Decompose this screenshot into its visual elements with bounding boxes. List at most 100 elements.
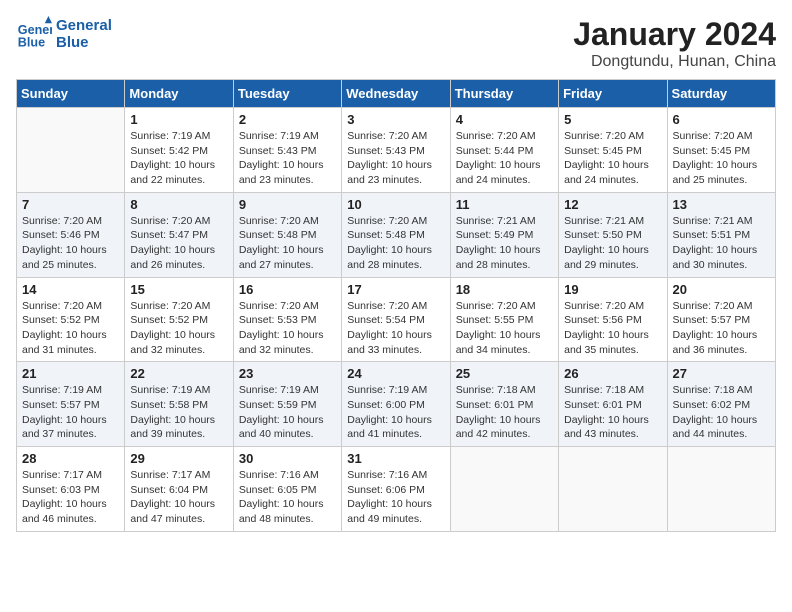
day-info: Sunrise: 7:20 AM Sunset: 5:55 PM Dayligh…: [456, 299, 553, 358]
day-number: 6: [673, 112, 770, 127]
day-number: 9: [239, 197, 336, 212]
day-number: 10: [347, 197, 444, 212]
page-title: January 2024: [573, 16, 776, 53]
calendar-cell: 1 Sunrise: 7:19 AM Sunset: 5:42 PM Daylig…: [125, 108, 233, 193]
day-number: 19: [564, 282, 661, 297]
day-info: Sunrise: 7:18 AM Sunset: 6:01 PM Dayligh…: [456, 383, 553, 442]
day-number: 13: [673, 197, 770, 212]
day-number: 1: [130, 112, 227, 127]
day-number: 5: [564, 112, 661, 127]
calendar-header-row: SundayMondayTuesdayWednesdayThursdayFrid…: [17, 80, 776, 108]
day-number: 8: [130, 197, 227, 212]
day-number: 28: [22, 451, 119, 466]
calendar-cell: 31 Sunrise: 7:16 AM Sunset: 6:06 PM Dayli…: [342, 447, 450, 532]
day-number: 18: [456, 282, 553, 297]
svg-text:Blue: Blue: [18, 36, 45, 50]
weekday-header-wednesday: Wednesday: [342, 80, 450, 108]
logo-text-blue: Blue: [56, 34, 112, 51]
day-number: 29: [130, 451, 227, 466]
day-number: 27: [673, 366, 770, 381]
day-info: Sunrise: 7:19 AM Sunset: 5:57 PM Dayligh…: [22, 383, 119, 442]
calendar-cell: 24 Sunrise: 7:19 AM Sunset: 6:00 PM Dayli…: [342, 362, 450, 447]
weekday-header-sunday: Sunday: [17, 80, 125, 108]
day-number: 14: [22, 282, 119, 297]
day-info: Sunrise: 7:19 AM Sunset: 5:58 PM Dayligh…: [130, 383, 227, 442]
day-info: Sunrise: 7:20 AM Sunset: 5:46 PM Dayligh…: [22, 214, 119, 273]
day-info: Sunrise: 7:19 AM Sunset: 6:00 PM Dayligh…: [347, 383, 444, 442]
day-info: Sunrise: 7:19 AM Sunset: 5:43 PM Dayligh…: [239, 129, 336, 188]
calendar-cell: 20Sunrise: 7:20 AM Sunset: 5:57 PM Dayli…: [667, 277, 775, 362]
calendar-cell: 22 Sunrise: 7:19 AM Sunset: 5:58 PM Dayli…: [125, 362, 233, 447]
calendar-cell: 11 Sunrise: 7:21 AM Sunset: 5:49 PM Dayli…: [450, 192, 558, 277]
day-info: Sunrise: 7:20 AM Sunset: 5:48 PM Dayligh…: [239, 214, 336, 273]
calendar-cell: 13Sunrise: 7:21 AM Sunset: 5:51 PM Dayli…: [667, 192, 775, 277]
day-info: Sunrise: 7:18 AM Sunset: 6:01 PM Dayligh…: [564, 383, 661, 442]
day-info: Sunrise: 7:20 AM Sunset: 5:54 PM Dayligh…: [347, 299, 444, 358]
logo-icon: General Blue: [16, 16, 52, 52]
day-number: 16: [239, 282, 336, 297]
calendar-cell: 26 Sunrise: 7:18 AM Sunset: 6:01 PM Dayli…: [559, 362, 667, 447]
day-info: Sunrise: 7:17 AM Sunset: 6:03 PM Dayligh…: [22, 468, 119, 527]
day-number: 11: [456, 197, 553, 212]
page-header: General Blue General Blue January 2024 D…: [16, 16, 776, 71]
logo-text-general: General: [56, 17, 112, 34]
day-number: 3: [347, 112, 444, 127]
weekday-header-friday: Friday: [559, 80, 667, 108]
day-info: Sunrise: 7:21 AM Sunset: 5:49 PM Dayligh…: [456, 214, 553, 273]
calendar-cell: 19 Sunrise: 7:20 AM Sunset: 5:56 PM Dayli…: [559, 277, 667, 362]
day-number: 23: [239, 366, 336, 381]
weekday-header-monday: Monday: [125, 80, 233, 108]
calendar-week-2: 7 Sunrise: 7:20 AM Sunset: 5:46 PM Daylig…: [17, 192, 776, 277]
day-info: Sunrise: 7:17 AM Sunset: 6:04 PM Dayligh…: [130, 468, 227, 527]
calendar-cell: 7 Sunrise: 7:20 AM Sunset: 5:46 PM Daylig…: [17, 192, 125, 277]
calendar-cell: 6 Sunrise: 7:20 AM Sunset: 5:45 PM Daylig…: [667, 108, 775, 193]
day-number: 17: [347, 282, 444, 297]
calendar-cell: 14 Sunrise: 7:20 AM Sunset: 5:52 PM Dayli…: [17, 277, 125, 362]
weekday-header-thursday: Thursday: [450, 80, 558, 108]
weekday-header-tuesday: Tuesday: [233, 80, 341, 108]
day-number: 26: [564, 366, 661, 381]
title-block: January 2024 Dongtundu, Hunan, China: [573, 16, 776, 71]
calendar-cell: 15Sunrise: 7:20 AM Sunset: 5:52 PM Dayli…: [125, 277, 233, 362]
calendar-week-1: 1 Sunrise: 7:19 AM Sunset: 5:42 PM Daylig…: [17, 108, 776, 193]
calendar-cell: 10Sunrise: 7:20 AM Sunset: 5:48 PM Dayli…: [342, 192, 450, 277]
day-info: Sunrise: 7:16 AM Sunset: 6:06 PM Dayligh…: [347, 468, 444, 527]
calendar-cell: [450, 447, 558, 532]
day-number: 2: [239, 112, 336, 127]
calendar-cell: 21 Sunrise: 7:19 AM Sunset: 5:57 PM Dayli…: [17, 362, 125, 447]
day-info: Sunrise: 7:20 AM Sunset: 5:45 PM Dayligh…: [673, 129, 770, 188]
day-info: Sunrise: 7:21 AM Sunset: 5:50 PM Dayligh…: [564, 214, 661, 273]
page-subtitle: Dongtundu, Hunan, China: [573, 53, 776, 71]
day-info: Sunrise: 7:16 AM Sunset: 6:05 PM Dayligh…: [239, 468, 336, 527]
day-info: Sunrise: 7:20 AM Sunset: 5:43 PM Dayligh…: [347, 129, 444, 188]
calendar-cell: 2 Sunrise: 7:19 AM Sunset: 5:43 PM Daylig…: [233, 108, 341, 193]
calendar-cell: 5 Sunrise: 7:20 AM Sunset: 5:45 PM Daylig…: [559, 108, 667, 193]
day-number: 30: [239, 451, 336, 466]
day-info: Sunrise: 7:19 AM Sunset: 5:42 PM Dayligh…: [130, 129, 227, 188]
calendar-cell: 4Sunrise: 7:20 AM Sunset: 5:44 PM Daylig…: [450, 108, 558, 193]
day-number: 12: [564, 197, 661, 212]
day-info: Sunrise: 7:20 AM Sunset: 5:52 PM Dayligh…: [22, 299, 119, 358]
day-number: 31: [347, 451, 444, 466]
day-info: Sunrise: 7:20 AM Sunset: 5:56 PM Dayligh…: [564, 299, 661, 358]
calendar-cell: 8 Sunrise: 7:20 AM Sunset: 5:47 PM Daylig…: [125, 192, 233, 277]
calendar-table: SundayMondayTuesdayWednesdayThursdayFrid…: [16, 79, 776, 532]
day-number: 7: [22, 197, 119, 212]
day-info: Sunrise: 7:19 AM Sunset: 5:59 PM Dayligh…: [239, 383, 336, 442]
day-info: Sunrise: 7:20 AM Sunset: 5:45 PM Dayligh…: [564, 129, 661, 188]
day-info: Sunrise: 7:20 AM Sunset: 5:53 PM Dayligh…: [239, 299, 336, 358]
day-info: Sunrise: 7:20 AM Sunset: 5:47 PM Dayligh…: [130, 214, 227, 273]
calendar-cell: 3 Sunrise: 7:20 AM Sunset: 5:43 PM Daylig…: [342, 108, 450, 193]
weekday-header-saturday: Saturday: [667, 80, 775, 108]
calendar-cell: 25Sunrise: 7:18 AM Sunset: 6:01 PM Dayli…: [450, 362, 558, 447]
calendar-cell: 23 Sunrise: 7:19 AM Sunset: 5:59 PM Dayli…: [233, 362, 341, 447]
day-number: 21: [22, 366, 119, 381]
day-number: 24: [347, 366, 444, 381]
day-number: 20: [673, 282, 770, 297]
calendar-cell: 29 Sunrise: 7:17 AM Sunset: 6:04 PM Dayli…: [125, 447, 233, 532]
calendar-cell: [667, 447, 775, 532]
calendar-cell: [559, 447, 667, 532]
calendar-cell: 12 Sunrise: 7:21 AM Sunset: 5:50 PM Dayli…: [559, 192, 667, 277]
day-number: 22: [130, 366, 227, 381]
calendar-week-3: 14 Sunrise: 7:20 AM Sunset: 5:52 PM Dayli…: [17, 277, 776, 362]
